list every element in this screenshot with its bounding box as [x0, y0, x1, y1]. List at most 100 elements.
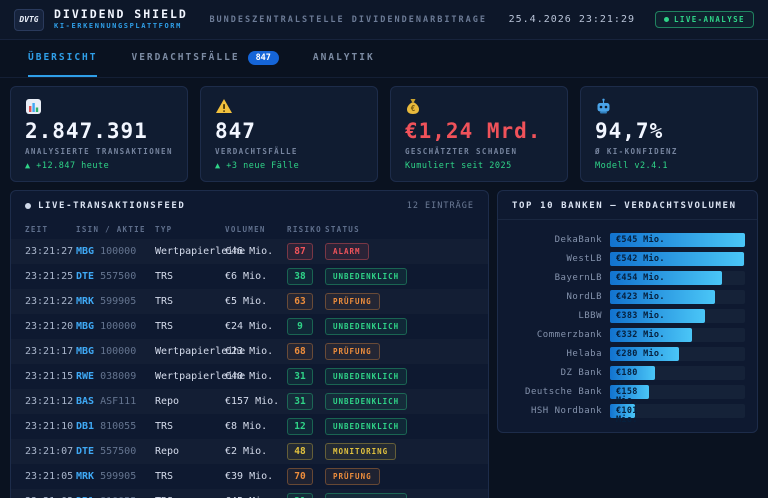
tab-verdachtsfaelle[interactable]: VERDACHTSFÄLLE 847 — [131, 40, 278, 77]
cell-time: 23:21:25 — [25, 271, 76, 282]
bank-bar[interactable]: €542 Mio. — [610, 252, 744, 266]
col-status: STATUS — [325, 225, 474, 234]
col-typ: TYP — [155, 225, 225, 234]
cell-isin: DTE 557500 — [76, 446, 155, 457]
col-zeit: ZEIT — [25, 225, 76, 234]
cell-volume: €6 Mio. — [225, 271, 287, 282]
cell-volume: €8 Mio. — [225, 421, 287, 432]
bank-row: Commerzbank €332 Mio. — [510, 325, 745, 344]
risk-score-badge: 31 — [287, 393, 313, 410]
bar-chart-icon — [25, 98, 42, 115]
app-title: DIVIDEND SHIELD — [54, 8, 188, 22]
status-badge: PRÜFUNG — [325, 468, 380, 485]
bank-row: DekaBank €545 Mio. — [510, 230, 745, 249]
cell-isin: MRK 599905 — [76, 296, 155, 307]
tab-uebersicht[interactable]: ÜBERSICHT — [28, 40, 97, 77]
tab-uebersicht-label: ÜBERSICHT — [28, 52, 97, 63]
kpi-delta: Modell v2.4.1 — [595, 161, 743, 171]
bank-row: LBBW €383 Mio. — [510, 306, 745, 325]
bank-bar[interactable]: €383 Mio. — [610, 309, 705, 323]
bank-bar[interactable]: €423 Mio. — [610, 290, 715, 304]
svg-text:€: € — [411, 104, 416, 113]
bank-bar-track: €423 Mio. — [610, 290, 745, 304]
bank-value: €158 Mio. — [610, 385, 644, 406]
bank-row: WestLB €542 Mio. — [510, 249, 745, 268]
datetime: 25.4.2026 23:21:29 — [509, 14, 635, 25]
risk-score-badge: 9 — [287, 318, 313, 335]
cell-isin: MRK 599905 — [76, 471, 155, 482]
feed-entry-count: 12 EINTRÄGE — [407, 201, 474, 211]
table-row[interactable]: 23:21:20 MBG 100000 TRS €24 Mio. 9 UNBED… — [11, 314, 488, 339]
table-row[interactable]: 23:21:10 DB1 810055 TRS €8 Mio. 12 UNBED… — [11, 414, 488, 439]
table-row[interactable]: 23:21:02 DB1 810055 TRS €45 Mio. 21 UNBE… — [11, 489, 488, 498]
live-analysis-badge[interactable]: LIVE-ANALYSE — [655, 11, 754, 28]
isin-code: 038009 — [100, 371, 136, 382]
col-volumen: VOLUMEN — [225, 225, 287, 234]
bank-value: €423 Mio. — [610, 290, 715, 304]
bank-label: WestLB — [510, 254, 602, 264]
status-badge: ALARM — [325, 243, 369, 260]
risk-score-badge: 87 — [287, 243, 313, 260]
table-row[interactable]: 23:21:17 MBG 100000 Wertpapierleihe €23 … — [11, 339, 488, 364]
bank-label: DekaBank — [510, 235, 602, 245]
bank-bar[interactable]: €101 Mio. — [610, 404, 635, 418]
table-row[interactable]: 23:21:25 DTE 557500 TRS €6 Mio. 38 UNBED… — [11, 264, 488, 289]
cell-isin: MBG 100000 — [76, 246, 155, 257]
cell-volume: €46 Mio. — [225, 246, 287, 257]
org-title: BUNDESZENTRALSTELLE DIVIDENDENARBITRAGE — [209, 15, 487, 25]
kpi-label: Ø KI-KONFIDENZ — [595, 147, 743, 156]
cell-time: 23:21:22 — [25, 296, 76, 307]
tab-analytik-label: ANALYTIK — [313, 52, 375, 63]
cell-volume: €157 Mio. — [225, 396, 287, 407]
cell-volume: €23 Mio. — [225, 346, 287, 357]
isin-code: ASF111 — [100, 396, 136, 407]
cell-time: 23:21:15 — [25, 371, 76, 382]
bank-bar-track: €383 Mio. — [610, 309, 745, 323]
bank-value: €542 Mio. — [610, 252, 744, 266]
bank-bar[interactable]: €280 Mio. — [610, 347, 679, 361]
table-body: 23:21:27 MBG 100000 Wertpapierleihe €46 … — [11, 239, 488, 498]
bank-row: BayernLB €454 Mio. — [510, 268, 745, 287]
bank-label: BayernLB — [510, 273, 602, 283]
bank-bar[interactable]: €180 Mio. — [610, 366, 655, 380]
money-bag-icon: € — [405, 98, 421, 115]
bank-row: NordLB €423 Mio. — [510, 287, 745, 306]
bank-bar[interactable]: €158 Mio. — [610, 385, 649, 399]
tab-analytik[interactable]: ANALYTIK — [313, 40, 375, 77]
cell-isin: MBG 100000 — [76, 321, 155, 332]
bank-bar[interactable]: €332 Mio. — [610, 328, 692, 342]
risk-score-badge: 12 — [287, 418, 313, 435]
cell-type: Wertpapierleihe — [155, 371, 225, 382]
status-badge: UNBEDENKLICH — [325, 368, 407, 385]
risk-score-badge: 48 — [287, 443, 313, 460]
cell-time: 23:21:17 — [25, 346, 76, 357]
top-header: DVTG DIVIDEND SHIELD KI-ERKENNUNGSPLATTF… — [0, 0, 768, 40]
bank-bar-track: €545 Mio. — [610, 233, 745, 247]
kpi-value: 847 — [215, 120, 363, 143]
table-row[interactable]: 23:21:05 MRK 599905 TRS €39 Mio. 70 PRÜF… — [11, 464, 488, 489]
cell-type: Repo — [155, 446, 225, 457]
bank-label: Helaba — [510, 349, 602, 359]
cell-time: 23:21:10 — [25, 421, 76, 432]
bank-row: Helaba €280 Mio. — [510, 344, 745, 363]
kpi-card-transactions: 2.847.391 ANALYSIERTE TRANSAKTIONEN ▲ +1… — [10, 86, 188, 182]
table-row[interactable]: 23:21:07 DTE 557500 Repo €2 Mio. 48 MONI… — [11, 439, 488, 464]
risk-score-badge: 38 — [287, 268, 313, 285]
isin-code: 557500 — [100, 446, 136, 457]
table-row[interactable]: 23:21:22 MRK 599905 TRS €5 Mio. 63 PRÜFU… — [11, 289, 488, 314]
table-row[interactable]: 23:21:12 BAS ASF111 Repo €157 Mio. 31 UN… — [11, 389, 488, 414]
kpi-label: GESCHÄTZTER SCHADEN — [405, 147, 553, 156]
status-badge: UNBEDENKLICH — [325, 418, 407, 435]
cell-type: Repo — [155, 396, 225, 407]
table-row[interactable]: 23:21:15 RWE 038009 Wertpapierleihe €40 … — [11, 364, 488, 389]
table-row[interactable]: 23:21:27 MBG 100000 Wertpapierleihe €46 … — [11, 239, 488, 264]
risk-score-badge: 68 — [287, 343, 313, 360]
kpi-value: 94,7% — [595, 120, 743, 143]
bank-label: DZ Bank — [510, 368, 602, 378]
ticker: BAS — [76, 396, 94, 407]
bank-bar[interactable]: €545 Mio. — [610, 233, 745, 247]
cell-volume: €2 Mio. — [225, 446, 287, 457]
isin-code: 557500 — [100, 271, 136, 282]
isin-code: 599905 — [100, 296, 136, 307]
bank-bar[interactable]: €454 Mio. — [610, 271, 722, 285]
